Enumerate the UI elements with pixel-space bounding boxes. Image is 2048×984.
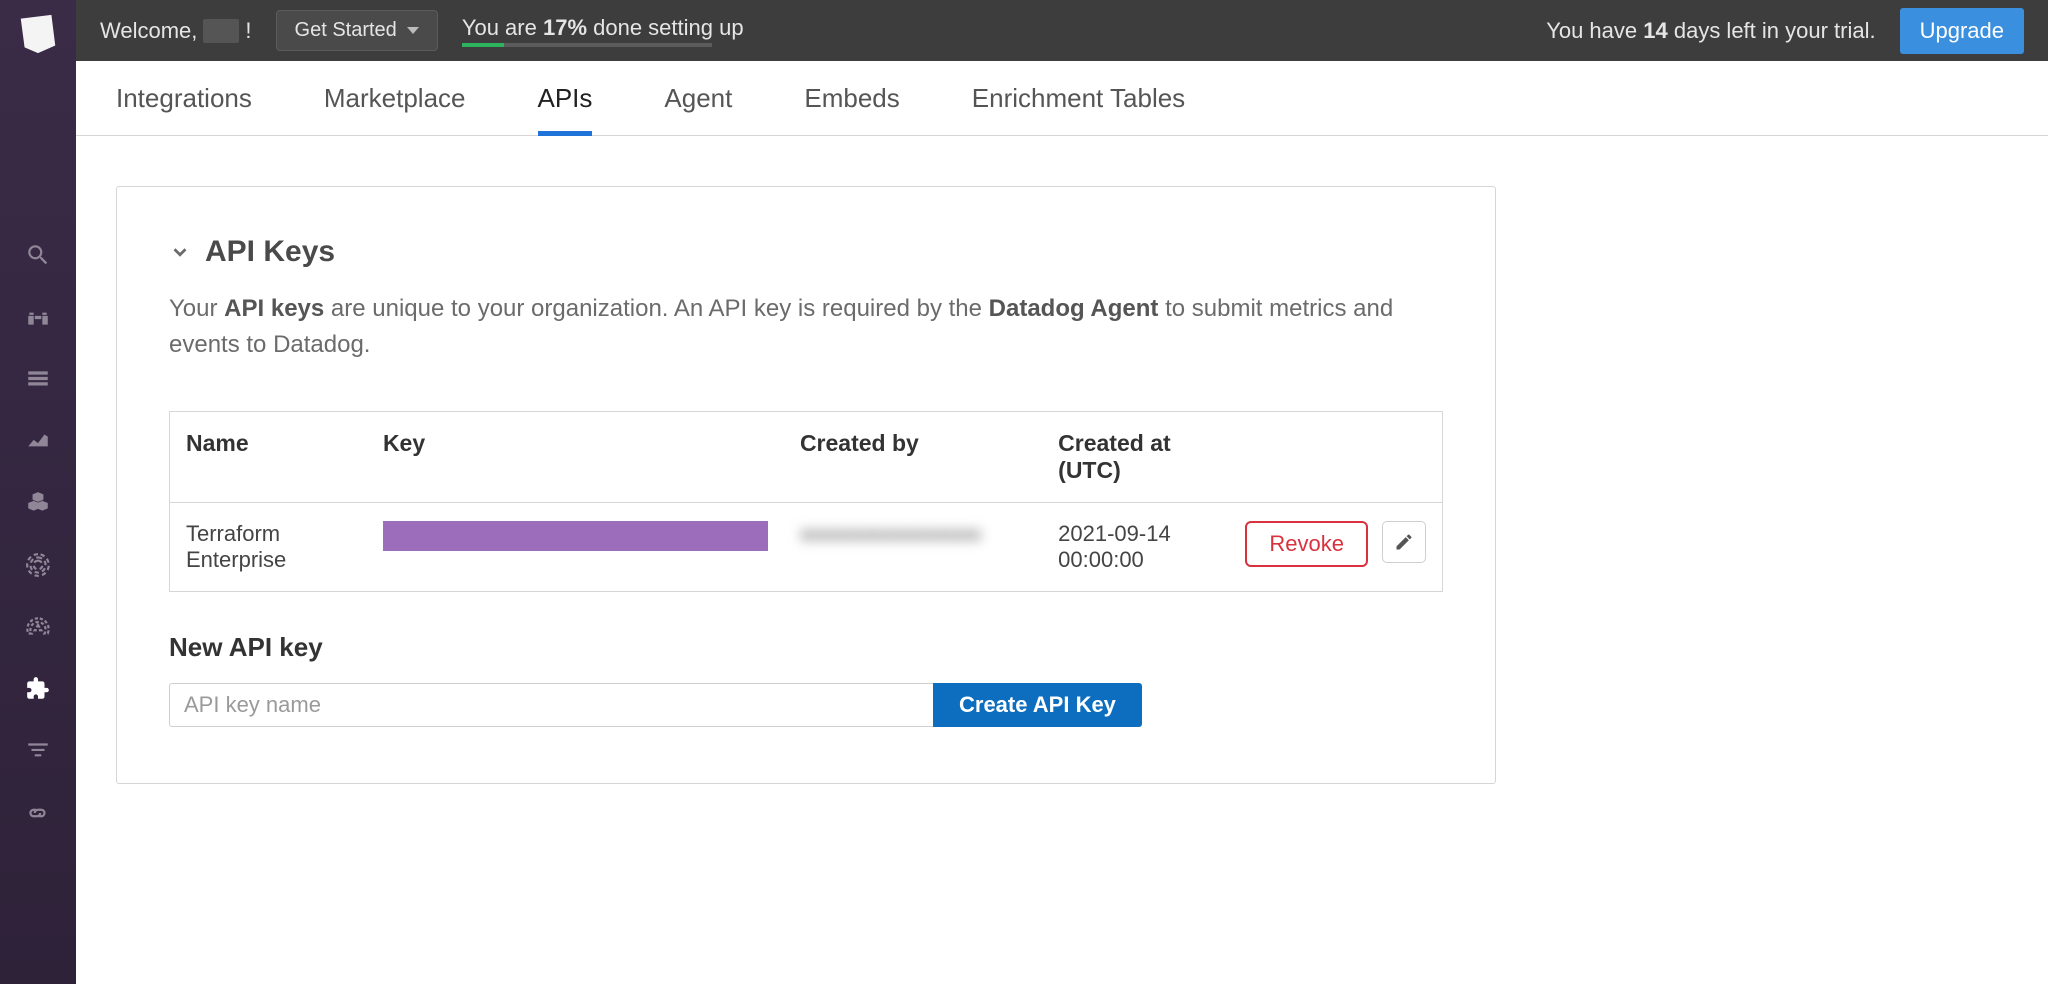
gauge-icon[interactable] bbox=[23, 612, 53, 642]
filter-icon[interactable] bbox=[23, 736, 53, 766]
section-title: API Keys bbox=[205, 235, 335, 269]
key-redacted-block[interactable] bbox=[383, 521, 768, 551]
tab-agent[interactable]: Agent bbox=[664, 61, 732, 135]
datadog-logo-icon[interactable] bbox=[12, 8, 64, 60]
cell-name: Terraform Enterprise bbox=[170, 503, 367, 592]
th-name: Name bbox=[170, 412, 367, 503]
edit-button[interactable] bbox=[1382, 521, 1426, 563]
tab-integrations[interactable]: Integrations bbox=[116, 61, 252, 135]
trial-text: You have 14 days left in your trial. bbox=[1546, 18, 1875, 44]
get-started-button[interactable]: Get Started bbox=[276, 10, 438, 51]
welcome-text: Welcome, ! bbox=[100, 18, 252, 44]
new-key-row: Create API Key bbox=[169, 683, 1443, 727]
topbar: Welcome, ! Get Started You are 17% done … bbox=[76, 0, 2048, 61]
created-by-blurred: ■■■■■■■■■■■■■■■ bbox=[800, 524, 981, 546]
welcome-prefix: Welcome, bbox=[100, 18, 197, 44]
target-icon[interactable] bbox=[23, 550, 53, 580]
chevron-down-icon[interactable] bbox=[169, 241, 191, 263]
th-key: Key bbox=[367, 412, 784, 503]
table-row: Terraform Enterprise ■■■■■■■■■■■■■■■ 202… bbox=[170, 503, 1443, 592]
search-icon[interactable] bbox=[23, 240, 53, 270]
sidebar bbox=[0, 0, 76, 984]
th-actions bbox=[1229, 412, 1442, 503]
progress-bar bbox=[462, 43, 712, 47]
puzzle-icon[interactable] bbox=[23, 674, 53, 704]
list-icon[interactable] bbox=[23, 364, 53, 394]
welcome-suffix: ! bbox=[245, 18, 251, 44]
section-description: Your API keys are unique to your organiz… bbox=[169, 291, 1443, 363]
binoculars-icon[interactable] bbox=[23, 302, 53, 332]
revoke-button[interactable]: Revoke bbox=[1245, 521, 1368, 567]
cell-actions: Revoke bbox=[1229, 503, 1442, 592]
get-started-label: Get Started bbox=[295, 19, 397, 42]
tab-enrichment[interactable]: Enrichment Tables bbox=[972, 61, 1185, 135]
hex-icon[interactable] bbox=[23, 488, 53, 518]
tabs-row: Integrations Marketplace APIs Agent Embe… bbox=[76, 61, 2048, 136]
setup-progress-text: You are 17% done setting up bbox=[462, 15, 744, 41]
upgrade-button[interactable]: Upgrade bbox=[1900, 8, 2024, 54]
cell-created-at: 2021-09-14 00:00:00 bbox=[1042, 503, 1229, 592]
new-key-input[interactable] bbox=[169, 683, 933, 727]
username-redacted bbox=[203, 19, 239, 43]
api-keys-table: Name Key Created by Created at (UTC) Ter… bbox=[169, 411, 1443, 592]
tab-embeds[interactable]: Embeds bbox=[804, 61, 899, 135]
chart-icon[interactable] bbox=[23, 426, 53, 456]
th-created-by: Created by bbox=[784, 412, 1042, 503]
tab-marketplace[interactable]: Marketplace bbox=[324, 61, 466, 135]
new-key-title: New API key bbox=[169, 632, 1443, 663]
cell-key bbox=[367, 503, 784, 592]
pencil-icon bbox=[1394, 532, 1414, 552]
link-icon[interactable] bbox=[23, 798, 53, 828]
api-keys-card: API Keys Your API keys are unique to you… bbox=[116, 186, 1496, 784]
setup-progress: You are 17% done setting up bbox=[462, 15, 744, 47]
tab-apis[interactable]: APIs bbox=[538, 61, 593, 135]
th-created-at: Created at (UTC) bbox=[1042, 412, 1229, 503]
cell-created-by: ■■■■■■■■■■■■■■■ bbox=[784, 503, 1042, 592]
create-api-key-button[interactable]: Create API Key bbox=[933, 683, 1142, 727]
caret-down-icon bbox=[407, 27, 419, 34]
